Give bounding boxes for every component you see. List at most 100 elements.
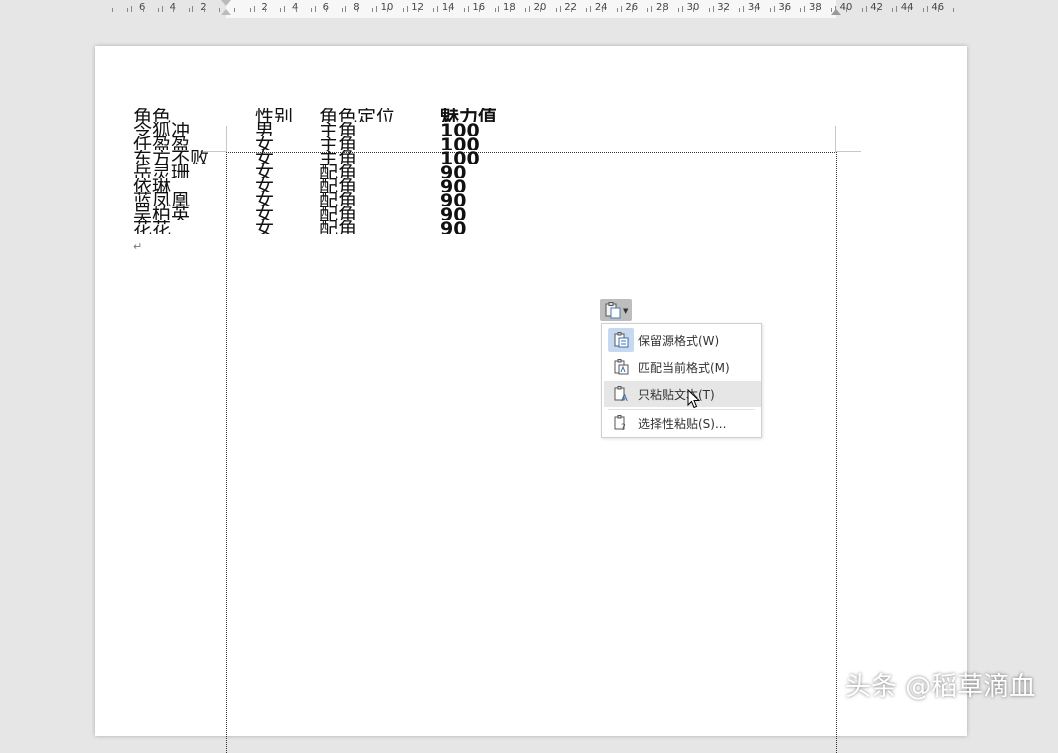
ruler-tick (406, 6, 408, 12)
table-row[interactable]: 东方不败 女 主角 100 (133, 150, 653, 164)
right-indent-marker[interactable] (831, 9, 841, 15)
menu-item-label: 选择性粘贴(S)... (638, 416, 727, 431)
table-cell: 女 (255, 136, 275, 150)
table-cell: 女 (255, 178, 275, 192)
pasted-table-text[interactable]: 角色 性别 角色定位 魅力值 令狐冲男主角 100 任盈盈女主角 100 东方不败女主角 100 岳… (133, 108, 653, 234)
table-cell: 女 (255, 150, 275, 164)
ruler-tick (651, 6, 653, 12)
ruler-tick (590, 6, 592, 12)
table-row[interactable]: 花花 女 配角 90 (133, 220, 653, 234)
keep-source-format-icon (608, 328, 634, 352)
ruler-minor-tick (540, 8, 541, 12)
table-cell: 90 (440, 192, 467, 206)
ruler-tick (620, 6, 622, 12)
ruler-tick (682, 6, 683, 12)
chevron-down-icon: ▼ (623, 307, 629, 315)
table-cell: 配角 (319, 206, 358, 220)
ruler-minor-tick (372, 8, 373, 12)
mouse-cursor-icon (687, 389, 701, 409)
table-cell: 岳灵珊 (133, 164, 191, 178)
ruler-tick (131, 6, 133, 12)
ruler-minor-tick (403, 8, 404, 12)
ruler-minor-tick (387, 8, 388, 12)
table-row[interactable]: 任盈盈 女 主角 100 (133, 136, 653, 150)
menu-item-label: 保留源格式(W) (638, 333, 720, 348)
ruler-minor-tick (953, 8, 954, 12)
ruler-minor-tick (464, 8, 465, 12)
ruler-minor-tick (433, 8, 434, 12)
ruler-tick (529, 6, 530, 12)
ruler-minor-tick (296, 8, 297, 12)
ruler-minor-tick (265, 8, 266, 12)
ruler-minor-tick (602, 8, 603, 12)
ruler-minor-tick (724, 8, 725, 12)
menu-item-paste-text-only[interactable]: A 只粘贴文本(T) (604, 381, 761, 407)
table-cell: 令狐冲 (133, 122, 191, 136)
horizontal-ruler[interactable]: 6422468101214161820222426283032343638404… (0, 0, 1058, 20)
watermark: 头条 @稻草滴血 (845, 672, 1036, 702)
table-cell: 100 (440, 136, 480, 150)
table-cell: 魅力值 (440, 108, 498, 122)
svg-text:?: ? (621, 423, 626, 431)
text-boundary[interactable] (226, 152, 837, 753)
ruler-tick (437, 6, 439, 12)
menu-item-label: 只粘贴文本(T) (638, 387, 715, 402)
ruler-minor-tick (342, 8, 343, 12)
ruler-minor-tick (173, 8, 174, 12)
table-row[interactable]: 岳灵珊 女 配角 90 (133, 164, 653, 178)
ruler-minor-tick (647, 8, 648, 12)
table-cell: 主角 (319, 136, 358, 150)
ruler-minor-tick (479, 8, 480, 12)
corner-guide-right (835, 126, 836, 152)
ruler-minor-tick (632, 8, 633, 12)
ruler-minor-tick (556, 8, 557, 12)
ruler-minor-tick (112, 8, 113, 12)
table-cell: 性别 (255, 108, 294, 122)
table-row[interactable]: 吴柏英 女 配角 90 (133, 206, 653, 220)
ruler-minor-tick (571, 8, 572, 12)
ruler-tick (743, 6, 745, 12)
ruler-minor-tick (449, 8, 450, 12)
menu-item-match-format[interactable]: 匹配当前格式(M) (604, 354, 761, 380)
ruler-minor-tick (693, 8, 694, 12)
table-row[interactable]: 蓝凤凰 女 配角 90 (133, 192, 653, 206)
table-row[interactable]: 依琳 女 配角 90 (133, 178, 653, 192)
paste-options-button[interactable]: ▼ (600, 299, 632, 321)
table-cell: 90 (440, 164, 467, 178)
table-cell: 女 (255, 206, 275, 220)
ruler-tick (896, 6, 898, 12)
first-line-indent-marker[interactable] (221, 0, 231, 6)
ruler-minor-tick (586, 8, 587, 12)
ruler-minor-tick (816, 8, 817, 12)
table-cell: 90 (440, 206, 467, 220)
ruler-minor-tick (357, 8, 358, 12)
ruler-tick (926, 6, 928, 12)
ruler-minor-tick (892, 8, 893, 12)
table-cell: 角色定位 (319, 108, 396, 122)
table-cell: 花花 (133, 220, 172, 234)
ruler-minor-tick (755, 8, 756, 12)
ruler-minor-tick (158, 8, 159, 12)
svg-text:A: A (621, 393, 628, 402)
table-cell: 东方不败 (133, 150, 210, 164)
table-cell: 任盈盈 (133, 136, 191, 150)
ruler-minor-tick (770, 8, 771, 12)
paste-options-menu: 保留源格式(W) 匹配当前格式(M) A 只粘贴文本(T) ? 选择性粘贴(S)… (601, 323, 762, 438)
table-row[interactable]: 角色 性别 角色定位 魅力值 (133, 108, 653, 122)
hanging-indent-marker[interactable] (221, 9, 231, 15)
table-row[interactable]: 令狐冲 男 主角 100 (133, 122, 653, 136)
menu-item-keep-source-format[interactable]: 保留源格式(W) (604, 327, 761, 353)
paste-text-only-icon: A (608, 382, 634, 406)
ruler-minor-tick (495, 8, 496, 12)
ruler-tick (804, 6, 806, 12)
ruler-minor-tick (510, 8, 511, 12)
ruler-tick (345, 6, 347, 12)
ruler-tick (376, 6, 377, 12)
table-cell: 90 (440, 178, 467, 192)
ruler-tick (284, 6, 286, 12)
ruler-tick (559, 6, 561, 12)
ruler-tick (498, 6, 500, 12)
paste-special-icon: ? (608, 411, 634, 435)
menu-item-paste-special[interactable]: ? 选择性粘贴(S)... (604, 410, 761, 436)
table-cell: 配角 (319, 164, 358, 178)
